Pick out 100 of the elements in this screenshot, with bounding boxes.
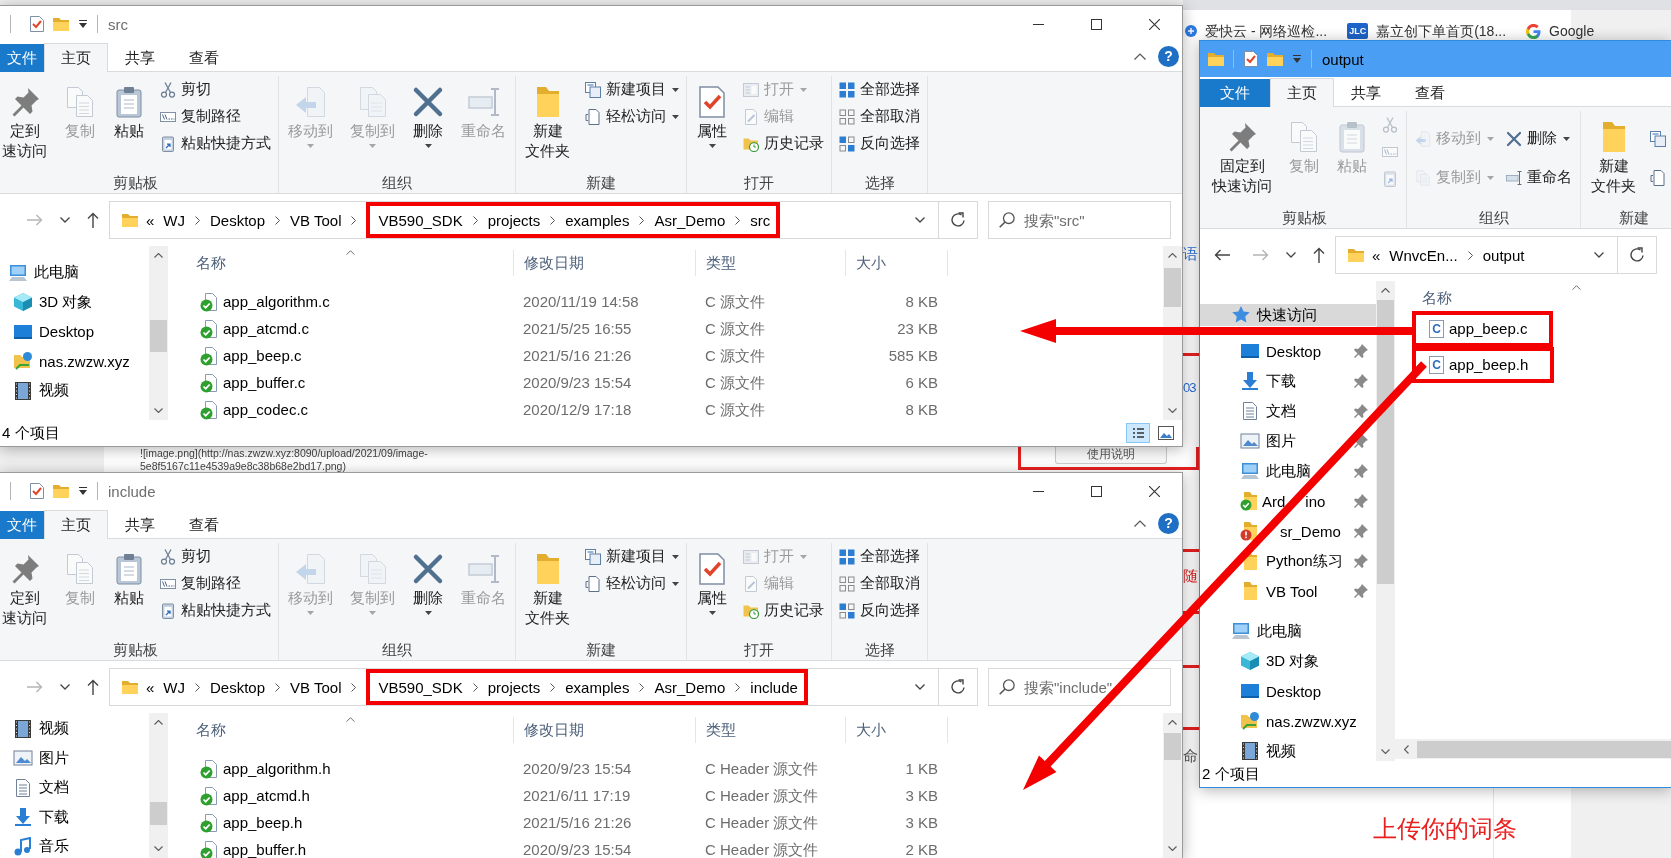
chevron-right-icon[interactable] <box>639 682 645 692</box>
chevron-down-icon[interactable] <box>1594 252 1604 258</box>
breadcrumb-item[interactable]: WJ <box>163 678 185 696</box>
back-arrow-icon[interactable] <box>1214 249 1230 261</box>
paste-shortcut-button[interactable]: 粘贴快捷方式 <box>160 130 271 157</box>
scrollbar-thumb[interactable] <box>1164 268 1181 307</box>
file-name[interactable]: app_atcmd.c <box>223 319 309 338</box>
nav-item[interactable]: 此电脑 <box>0 258 149 288</box>
breadcrumb-overflow[interactable]: « <box>1372 246 1381 264</box>
dropdown-caret-icon[interactable] <box>78 487 88 495</box>
pin-icon[interactable] <box>1354 464 1368 478</box>
chevron-down-icon[interactable] <box>915 684 925 690</box>
breadcrumb-item[interactable]: VB590_SDK <box>378 678 463 696</box>
nav-item[interactable]: 视频 <box>0 714 149 744</box>
nav-item[interactable]: 快速访问 <box>1200 304 1376 326</box>
chevron-right-icon[interactable] <box>735 215 741 225</box>
nav-item[interactable]: nas.zwzw.xyz <box>1200 706 1376 736</box>
details-view-icon[interactable] <box>1126 423 1150 443</box>
up-arrow-icon[interactable] <box>87 679 99 695</box>
new-item-button[interactable]: 新建项目 <box>585 76 679 103</box>
scrollbar[interactable] <box>1163 713 1182 858</box>
column-header[interactable]: 类型 <box>696 250 846 276</box>
chevron-right-icon[interactable] <box>195 682 200 692</box>
scroll-up-icon[interactable] <box>1381 288 1390 293</box>
paste-shortcut-button[interactable]: 粘贴快捷方式 <box>160 597 271 624</box>
ribbon-tab[interactable]: 共享 <box>108 511 172 539</box>
chevron-right-icon[interactable] <box>275 682 281 692</box>
ribbon-tab[interactable]: 主页 <box>1270 78 1334 107</box>
bookmark-link[interactable]: Google <box>1526 22 1595 40</box>
ribbon-tab[interactable]: 查看 <box>172 511 236 539</box>
file-menu-tab[interactable]: 文件 <box>1200 79 1270 107</box>
chevron-up-icon[interactable] <box>1134 53 1146 60</box>
column-header[interactable]: 大小 <box>846 717 948 743</box>
chevron-right-icon[interactable] <box>735 682 741 692</box>
file-menu-tab[interactable]: 文件 <box>0 511 44 539</box>
history-button[interactable]: 历史记录 <box>743 597 824 624</box>
chevron-right-icon[interactable] <box>550 215 556 225</box>
properties-icon[interactable] <box>1244 51 1258 67</box>
close-icon[interactable] <box>1149 485 1160 497</box>
column-header[interactable]: 修改日期 <box>514 250 696 276</box>
caret-icon[interactable] <box>708 144 716 148</box>
ribbon-tab[interactable]: 查看 <box>172 44 236 72</box>
nav-item[interactable]: 视频 <box>0 376 149 406</box>
column-header[interactable]: 修改日期 <box>514 717 696 743</box>
ribbon-tab[interactable]: 主页 <box>44 510 108 539</box>
nav-item[interactable]: 3D 对象 <box>1200 646 1376 676</box>
ribbon-tab[interactable]: 共享 <box>1334 79 1398 107</box>
pin-icon[interactable] <box>1354 524 1368 538</box>
caret-icon[interactable] <box>424 611 432 615</box>
bookmark-link[interactable]: 爱快云 - 网络巡检... <box>1185 22 1328 40</box>
scrollbar[interactable] <box>149 246 168 420</box>
column-header[interactable]: 类型 <box>696 717 846 743</box>
maximize-icon[interactable] <box>1091 485 1102 497</box>
address-bar[interactable]: « WJ Desktop VB Tool VB590_SDK projects examples Asr_Demo include <box>109 668 939 706</box>
refresh-button[interactable] <box>1618 236 1657 274</box>
help-button[interactable]: ? <box>1158 46 1179 67</box>
nav-item[interactable]: 3D 对象 <box>0 287 149 317</box>
caret-icon[interactable] <box>672 581 679 586</box>
manual-button[interactable]: 使用说明 <box>1055 447 1167 464</box>
scrollbar[interactable] <box>149 713 168 858</box>
select-none-button[interactable]: 全部取消 <box>839 103 920 130</box>
properties-button[interactable]: 属性 <box>694 76 730 148</box>
history-button[interactable]: 历史记录 <box>743 130 824 157</box>
column-header[interactable]: 名称 <box>186 250 514 276</box>
scroll-left-icon[interactable] <box>1404 744 1409 754</box>
close-icon[interactable] <box>1149 18 1160 30</box>
search-field[interactable]: 搜索"src" <box>988 201 1171 239</box>
file-menu-tab[interactable]: 文件 <box>0 44 44 72</box>
easy-access-button[interactable]: 轻松访问 <box>585 570 679 597</box>
minimize-icon[interactable] <box>1033 23 1044 25</box>
nav-item[interactable]: Desktop <box>1200 336 1376 366</box>
pin-to-quick-access-button[interactable]: 定到 速访问 <box>0 76 49 161</box>
select-none-button[interactable]: 全部取消 <box>839 570 920 597</box>
nav-item[interactable]: 下载 <box>1200 366 1376 396</box>
breadcrumb-item[interactable]: VB Tool <box>290 678 342 696</box>
scrollbar-thumb[interactable] <box>1164 733 1181 760</box>
pin-to-quick-access-button[interactable]: 定到 速访问 <box>0 543 49 628</box>
scrollbar[interactable] <box>1395 739 1671 759</box>
select-all-button[interactable]: 全部选择 <box>839 543 920 570</box>
bookmark-link[interactable]: JLC 嘉立创下单首页(18... <box>1347 22 1507 40</box>
file-name[interactable]: app_algorithm.h <box>223 759 331 778</box>
properties-button[interactable]: 属性 <box>694 543 730 615</box>
column-header[interactable]: 名称 <box>186 717 514 743</box>
chevron-right-icon[interactable] <box>472 215 478 225</box>
nav-item[interactable]: 文档 <box>0 773 149 803</box>
new-folder-button[interactable]: 新建 文件夹 <box>523 76 572 161</box>
chevron-right-icon[interactable] <box>275 215 281 225</box>
file-name[interactable]: app_beep.h <box>223 813 303 832</box>
ribbon-tab[interactable]: 主页 <box>44 43 108 72</box>
caret-icon[interactable] <box>672 87 679 92</box>
select-all-button[interactable]: 全部选择 <box>839 76 920 103</box>
pin-icon[interactable] <box>1354 374 1368 388</box>
scrollbar-thumb[interactable] <box>150 802 167 825</box>
chevron-up-icon[interactable] <box>1134 520 1146 527</box>
paste-button[interactable]: 粘贴 <box>111 543 147 608</box>
refresh-button[interactable] <box>939 201 978 239</box>
chevron-right-icon[interactable] <box>351 682 357 692</box>
scrollbar-thumb[interactable] <box>150 320 167 352</box>
new-item-button[interactable]: 新建项目 <box>585 543 679 570</box>
scroll-up-icon[interactable] <box>154 720 163 725</box>
